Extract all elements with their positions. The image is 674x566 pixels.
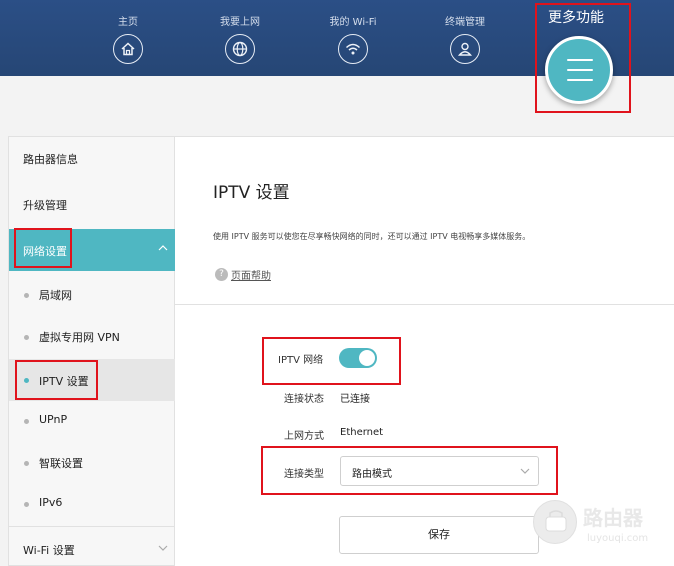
connection-status-label: 连接状态 xyxy=(284,394,324,405)
page-title: IPTV 设置 xyxy=(213,183,290,203)
bullet-icon xyxy=(24,461,29,466)
user-icon xyxy=(450,34,480,64)
nav-label-wifi: 我的 Wi-Fi xyxy=(329,17,377,28)
sidebar-item-label: 虚拟专用网 VPN xyxy=(39,331,120,344)
nav-label-home: 主页 xyxy=(118,17,138,28)
sidebar-item-label: 局域网 xyxy=(39,289,72,302)
sidebar-item-router-info[interactable]: 路由器信息 xyxy=(9,139,176,179)
sidebar-item-smart-link[interactable]: 智联设置 xyxy=(9,443,176,483)
sidebar-item-ipv6[interactable]: IPv6 xyxy=(9,484,176,524)
chevron-down-icon xyxy=(158,545,168,551)
highlight-more-features xyxy=(535,3,631,113)
page-help-label: 页面帮助 xyxy=(231,271,271,282)
highlight-iptv-settings xyxy=(15,360,98,400)
bullet-icon xyxy=(24,419,29,424)
sidebar-item-upgrade[interactable]: 升级管理 xyxy=(9,185,176,225)
access-method-label: 上网方式 xyxy=(284,431,324,442)
sidebar-item-vpn[interactable]: 虚拟专用网 VPN xyxy=(9,317,176,357)
page-description: 使用 IPTV 服务可以使您在尽享畅快网络的同时，还可以通过 IPTV 电视畅享… xyxy=(213,232,531,241)
bullet-icon xyxy=(24,335,29,340)
home-icon xyxy=(113,34,143,64)
sidebar-item-label: 升级管理 xyxy=(23,199,67,212)
highlight-iptv-toggle xyxy=(262,337,401,385)
sidebar-item-label: 智联设置 xyxy=(39,457,83,470)
sidebar-item-label: IPv6 xyxy=(39,496,63,509)
nav-item-wifi[interactable]: 我的 Wi-Fi xyxy=(308,16,398,64)
nav-label-devices: 终端管理 xyxy=(445,17,485,28)
save-button[interactable]: 保存 xyxy=(339,516,539,554)
connection-status-value: 已连接 xyxy=(340,394,370,405)
watermark-url: luyouqi.com xyxy=(587,533,649,544)
sidebar: 路由器信息 升级管理 网络设置 局域网 虚拟专用网 VPN IPTV 设置 UP… xyxy=(8,136,176,566)
nav-label-internet: 我要上网 xyxy=(220,17,260,28)
nav-item-internet[interactable]: 我要上网 xyxy=(195,16,285,64)
globe-icon xyxy=(225,34,255,64)
router-logo-icon xyxy=(533,500,577,544)
sidebar-item-label: Wi-Fi 设置 xyxy=(23,544,75,557)
access-method-value: Ethernet xyxy=(340,427,384,438)
watermark-title: 路由器 xyxy=(583,506,643,530)
sidebar-item-label: 路由器信息 xyxy=(23,153,78,166)
highlight-network-settings xyxy=(14,228,72,268)
bullet-icon xyxy=(24,502,29,507)
chevron-up-icon xyxy=(158,245,168,251)
nav-item-home[interactable]: 主页 xyxy=(83,16,173,64)
highlight-connection-type xyxy=(261,446,558,495)
sidebar-item-lan[interactable]: 局域网 xyxy=(9,275,176,315)
wifi-icon xyxy=(338,34,368,64)
nav-item-devices[interactable]: 终端管理 xyxy=(420,16,510,64)
watermark: 路由器 luyouqi.com xyxy=(533,498,663,558)
bullet-icon xyxy=(24,293,29,298)
sidebar-item-wifi-settings[interactable]: Wi-Fi 设置 xyxy=(9,526,176,566)
sidebar-item-label: UPnP xyxy=(39,413,68,426)
page-help-link[interactable]: ? 页面帮助 xyxy=(215,267,271,282)
sidebar-item-upnp[interactable]: UPnP xyxy=(9,401,176,441)
help-icon: ? xyxy=(215,268,228,281)
